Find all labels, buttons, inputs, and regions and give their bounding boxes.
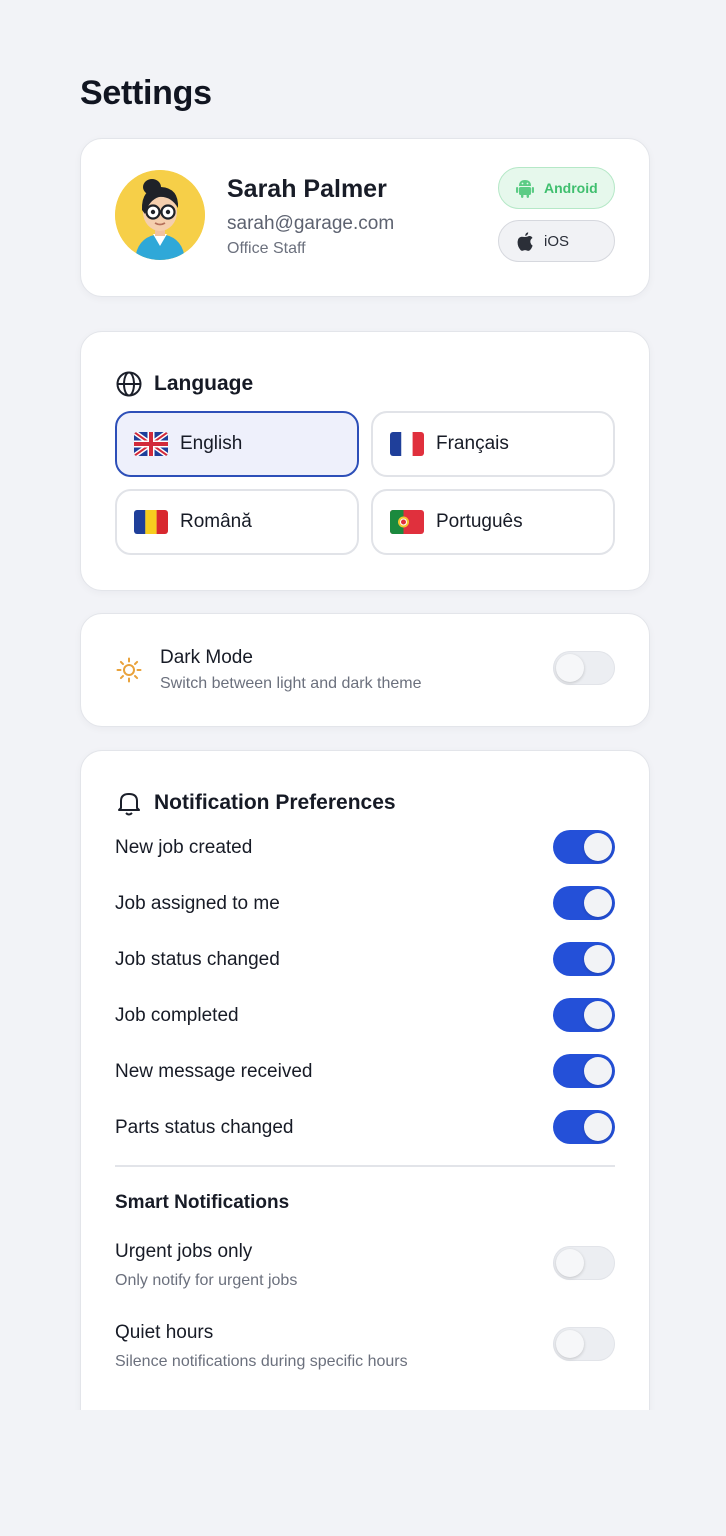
smart-subtitle-urgent: Only notify for urgent jobs bbox=[115, 1272, 298, 1289]
language-label-french: Français bbox=[436, 433, 509, 454]
language-title: Language bbox=[154, 372, 254, 395]
smart-toggle-quiet-hours[interactable] bbox=[553, 1327, 615, 1361]
platform-ios-button[interactable]: iOS bbox=[498, 220, 615, 262]
notif-toggle-new-message[interactable] bbox=[553, 1054, 615, 1088]
notif-toggle-job-status[interactable] bbox=[553, 942, 615, 976]
profile-email: sarah@garage.com bbox=[227, 213, 395, 234]
language-option-french[interactable]: Français bbox=[371, 411, 615, 477]
language-option-portuguese[interactable]: Português bbox=[371, 489, 615, 555]
notif-label-job-status: Job status changed bbox=[115, 949, 280, 970]
toggle-knob bbox=[556, 654, 584, 682]
bell-icon bbox=[115, 789, 143, 817]
language-card: Language English Français Română Portugu… bbox=[80, 331, 650, 591]
language-option-romanian[interactable]: Română bbox=[115, 489, 359, 555]
notifications-title: Notification Preferences bbox=[154, 791, 396, 814]
language-option-english[interactable]: English bbox=[115, 411, 359, 477]
sun-icon bbox=[115, 656, 143, 684]
smart-label-urgent: Urgent jobs only bbox=[115, 1241, 253, 1262]
profile-name: Sarah Palmer bbox=[227, 175, 387, 203]
toggle-knob bbox=[584, 833, 612, 861]
globe-icon bbox=[115, 370, 143, 398]
smart-subtitle-quiet-hours: Silence notifications during specific ho… bbox=[115, 1353, 408, 1370]
toggle-knob bbox=[584, 945, 612, 973]
dark-mode-card: Dark Mode Switch between light and dark … bbox=[80, 613, 650, 727]
platform-android-label: Android bbox=[544, 180, 598, 196]
toggle-knob bbox=[584, 889, 612, 917]
toggle-knob bbox=[556, 1330, 584, 1358]
platform-android-button[interactable]: Android bbox=[498, 167, 615, 209]
platform-ios-label: iOS bbox=[544, 232, 570, 250]
avatar bbox=[115, 170, 205, 260]
smart-toggle-urgent[interactable] bbox=[553, 1246, 615, 1280]
notification-preferences-card: Notification Preferences New job created… bbox=[80, 750, 650, 1450]
notif-toggle-job-completed[interactable] bbox=[553, 998, 615, 1032]
toggle-knob bbox=[556, 1249, 584, 1277]
notif-toggle-job-assigned[interactable] bbox=[553, 886, 615, 920]
notif-label-new-message: New message received bbox=[115, 1061, 313, 1082]
smart-notifications-title: Smart Notifications bbox=[115, 1192, 290, 1213]
uk-flag-icon bbox=[134, 432, 168, 456]
language-label-english: English bbox=[180, 433, 243, 454]
toggle-knob bbox=[584, 1113, 612, 1141]
toggle-knob bbox=[584, 1001, 612, 1029]
portugal-flag-icon bbox=[390, 510, 424, 534]
profile-role: Office Staff bbox=[227, 240, 306, 257]
notif-label-job-completed: Job completed bbox=[115, 1005, 239, 1026]
bottom-fade bbox=[0, 1410, 726, 1536]
dark-mode-title: Dark Mode bbox=[160, 647, 253, 668]
notif-toggle-parts-status[interactable] bbox=[553, 1110, 615, 1144]
dark-mode-subtitle: Switch between light and dark theme bbox=[160, 675, 422, 692]
notif-label-job-assigned: Job assigned to me bbox=[115, 893, 280, 914]
page-title: Settings bbox=[80, 74, 212, 112]
france-flag-icon bbox=[390, 432, 424, 456]
language-label-romanian: Română bbox=[180, 511, 252, 532]
notif-label-new-job: New job created bbox=[115, 837, 253, 858]
apple-icon bbox=[514, 230, 536, 252]
profile-card: Sarah Palmer sarah@garage.com Office Sta… bbox=[80, 138, 650, 297]
dark-mode-toggle[interactable] bbox=[553, 651, 615, 685]
notifications-header: Notification Preferences bbox=[115, 789, 396, 817]
smart-label-quiet-hours: Quiet hours bbox=[115, 1322, 214, 1343]
android-icon bbox=[514, 177, 536, 199]
romania-flag-icon bbox=[134, 510, 168, 534]
notif-toggle-new-job[interactable] bbox=[553, 830, 615, 864]
language-header: Language bbox=[115, 370, 253, 398]
language-label-portuguese: Português bbox=[436, 511, 523, 532]
toggle-knob bbox=[584, 1057, 612, 1085]
notif-label-parts-status: Parts status changed bbox=[115, 1117, 294, 1138]
divider bbox=[115, 1165, 615, 1167]
